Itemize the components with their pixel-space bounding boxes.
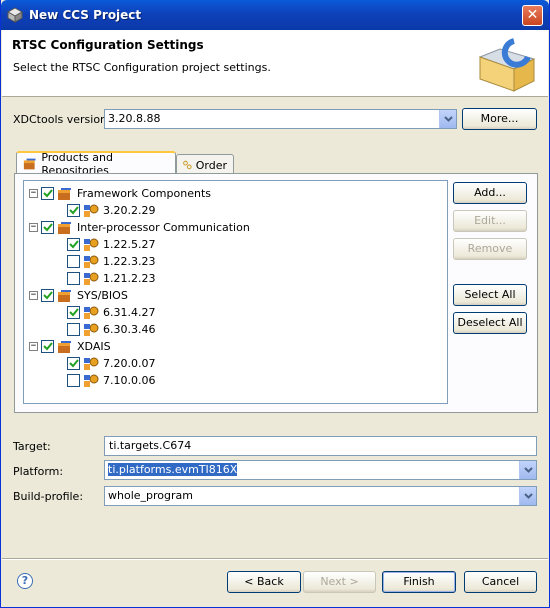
expand-toggle[interactable]: − xyxy=(29,189,38,198)
build-profile-combo[interactable]: whole_program xyxy=(104,486,537,506)
expand-toggle[interactable]: − xyxy=(29,223,38,232)
version-checkbox[interactable] xyxy=(67,323,80,336)
version-checkbox[interactable] xyxy=(67,255,80,268)
tree-group-row[interactable]: − Inter-processor Communication xyxy=(29,219,250,236)
version-icon xyxy=(84,357,99,370)
tab-order[interactable]: Order xyxy=(176,154,234,175)
group-label: XDAIS xyxy=(77,340,111,353)
version-label: 1.22.5.27 xyxy=(103,238,156,251)
xdctools-version-label: XDCtools version: xyxy=(13,113,111,126)
more-button[interactable]: More... xyxy=(462,108,537,130)
remove-button[interactable]: Remove xyxy=(453,238,527,260)
build-profile-label: Build-profile: xyxy=(13,490,84,503)
tree-version-row[interactable]: 1.22.5.27 xyxy=(67,236,155,253)
add-button[interactable]: Add... xyxy=(453,182,527,204)
group-checkbox[interactable] xyxy=(41,187,54,200)
version-checkbox[interactable] xyxy=(67,272,80,285)
version-icon xyxy=(84,306,99,319)
order-icon xyxy=(183,160,192,170)
target-field[interactable]: ti.targets.C674 xyxy=(104,436,537,456)
tree-version-row[interactable]: 6.30.3.46 xyxy=(67,321,155,338)
dialog-window: New CCS Project ✕ RTSC Configuration Set… xyxy=(0,0,550,608)
version-checkbox[interactable] xyxy=(67,357,80,370)
version-label: 7.10.0.06 xyxy=(103,374,156,387)
window-title: New CCS Project xyxy=(29,8,142,22)
title-bar[interactable]: New CCS Project ✕ xyxy=(1,0,549,30)
xdctools-version-value: 3.20.8.88 xyxy=(108,112,161,125)
package-icon xyxy=(58,187,71,200)
products-tree[interactable]: − Framework Components 3.20.2.29 − Inter… xyxy=(23,180,448,404)
tree-version-row[interactable]: 7.20.0.07 xyxy=(67,355,155,372)
version-checkbox[interactable] xyxy=(67,374,80,387)
tree-version-row[interactable]: 6.31.4.27 xyxy=(67,304,155,321)
wizard-header: RTSC Configuration Settings Select the R… xyxy=(2,30,548,97)
close-icon: ✕ xyxy=(526,7,539,23)
select-all-button[interactable]: Select All xyxy=(453,284,527,306)
finish-button[interactable]: Finish xyxy=(382,571,456,593)
xdctools-version-combo[interactable]: 3.20.8.88 xyxy=(104,109,457,129)
version-label: 1.22.3.23 xyxy=(103,255,156,268)
package-icon xyxy=(58,289,71,302)
platform-combo[interactable]: ti.platforms.evmTI816X xyxy=(104,460,537,480)
package-icon xyxy=(58,221,71,234)
footer-divider xyxy=(2,558,548,560)
group-label: Framework Components xyxy=(77,187,211,200)
tree-group-row[interactable]: − Framework Components xyxy=(29,185,211,202)
version-checkbox[interactable] xyxy=(67,204,80,217)
version-icon xyxy=(84,238,99,251)
combo-arrow-icon[interactable] xyxy=(519,461,536,479)
version-label: 6.30.3.46 xyxy=(103,323,156,336)
app-icon xyxy=(7,7,23,23)
deselect-all-button[interactable]: Deselect All xyxy=(453,312,527,334)
package-icon xyxy=(23,158,36,169)
group-checkbox[interactable] xyxy=(41,340,54,353)
group-checkbox[interactable] xyxy=(41,289,54,302)
target-value: ti.targets.C674 xyxy=(109,439,192,452)
version-label: 3.20.2.29 xyxy=(103,204,156,217)
group-label: Inter-processor Communication xyxy=(77,221,250,234)
version-label: 6.31.4.27 xyxy=(103,306,156,319)
cancel-button[interactable]: Cancel xyxy=(464,571,537,593)
tree-version-row[interactable]: 1.21.2.23 xyxy=(67,270,155,287)
tab-products-and-repositories[interactable]: Products and Repositories xyxy=(16,151,176,177)
version-checkbox[interactable] xyxy=(67,238,80,251)
combo-arrow-icon[interactable] xyxy=(519,487,536,505)
version-icon xyxy=(84,272,99,285)
version-label: 1.21.2.23 xyxy=(103,272,156,285)
products-panel: − Framework Components 3.20.2.29 − Inter… xyxy=(14,173,538,413)
expand-toggle[interactable]: − xyxy=(29,342,38,351)
package-icon xyxy=(58,340,71,353)
target-label: Target: xyxy=(13,440,51,453)
back-button[interactable]: < Back xyxy=(227,571,301,593)
tree-version-row[interactable]: 7.10.0.06 xyxy=(67,372,155,389)
folder-c-icon xyxy=(478,38,536,92)
tree-version-row[interactable]: 1.22.3.23 xyxy=(67,253,155,270)
tree-group-row[interactable]: − SYS/BIOS xyxy=(29,287,128,304)
version-icon xyxy=(84,374,99,387)
group-label: SYS/BIOS xyxy=(77,289,128,302)
platform-value: ti.platforms.evmTI816X xyxy=(108,463,238,476)
platform-label: Platform: xyxy=(13,465,64,478)
close-button[interactable]: ✕ xyxy=(522,5,543,26)
version-checkbox[interactable] xyxy=(67,306,80,319)
version-icon xyxy=(84,323,99,336)
version-icon xyxy=(84,255,99,268)
group-checkbox[interactable] xyxy=(41,221,54,234)
build-profile-value: whole_program xyxy=(108,489,193,502)
next-button[interactable]: Next > xyxy=(303,571,376,593)
tab-label: Order xyxy=(195,158,227,172)
version-label: 7.20.0.07 xyxy=(103,357,156,370)
tree-version-row[interactable]: 3.20.2.29 xyxy=(67,202,155,219)
expand-toggle[interactable]: − xyxy=(29,291,38,300)
page-description: Select the RTSC Configuration project se… xyxy=(13,61,271,74)
tree-group-row[interactable]: − XDAIS xyxy=(29,338,111,355)
edit-button[interactable]: Edit... xyxy=(453,210,527,232)
combo-arrow-icon[interactable] xyxy=(439,110,456,128)
version-icon xyxy=(84,204,99,217)
help-icon[interactable]: ? xyxy=(17,573,33,589)
page-title: RTSC Configuration Settings xyxy=(12,38,204,52)
